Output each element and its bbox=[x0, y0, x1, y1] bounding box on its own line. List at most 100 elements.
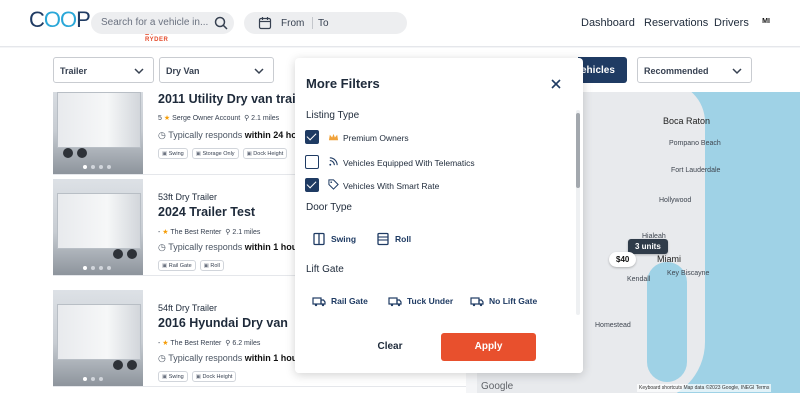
type-select[interactable]: Dry Van bbox=[159, 57, 274, 83]
star-icon: ★ bbox=[163, 115, 171, 122]
distance: 2.1 miles bbox=[232, 229, 261, 236]
premium-owners-label[interactable]: Premium Owners bbox=[343, 133, 409, 143]
listing-photo[interactable] bbox=[53, 179, 143, 275]
clock-icon: ◷ bbox=[158, 130, 166, 140]
listing-meta: - ★ The Best Renter ⚲ 6.2 miles bbox=[158, 339, 260, 347]
wheel bbox=[77, 148, 87, 158]
telematics-checkbox[interactable] bbox=[305, 155, 319, 169]
date-range-picker[interactable]: From To bbox=[244, 12, 407, 34]
map-label: Homestead bbox=[595, 322, 631, 329]
chevron-down-icon bbox=[732, 68, 742, 75]
truck-icon bbox=[470, 297, 484, 307]
listing-title[interactable]: 2024 Trailer Test bbox=[158, 205, 255, 219]
listing-title[interactable]: 2016 Hyundai Dry van bbox=[158, 316, 288, 330]
map-price-pin[interactable]: $40 bbox=[609, 252, 637, 267]
responds-time: within 1 hour bbox=[244, 353, 301, 363]
trailer-image bbox=[57, 193, 141, 249]
sort-select[interactable]: Recommended bbox=[637, 57, 752, 83]
listing-meta: 5 ★ Serge Owner Account ⚲ 2.1 miles bbox=[158, 114, 279, 122]
smart-rate-label[interactable]: Vehicles With Smart Rate bbox=[343, 181, 439, 191]
crown-icon bbox=[328, 133, 339, 141]
sort-value: Recommended bbox=[644, 66, 709, 76]
feature-tag: Rail Gate bbox=[158, 260, 196, 271]
map-cluster-pin[interactable]: 3 units bbox=[628, 239, 668, 254]
listing-photo[interactable] bbox=[53, 92, 143, 174]
category-value: Trailer bbox=[60, 66, 88, 76]
star-icon: ★ bbox=[162, 229, 169, 236]
clear-button[interactable]: Clear bbox=[345, 333, 435, 361]
clock-icon: ◷ bbox=[158, 242, 166, 252]
listing-type-heading: Listing Type bbox=[306, 110, 360, 121]
wheel bbox=[113, 249, 123, 259]
search-icon[interactable] bbox=[213, 15, 229, 31]
truck-icon bbox=[312, 297, 326, 307]
map-label: Boca Raton bbox=[663, 116, 711, 126]
close-icon[interactable] bbox=[548, 76, 564, 92]
lift-tuck-under-option[interactable]: Tuck Under bbox=[388, 287, 454, 315]
listing-photo[interactable] bbox=[53, 290, 143, 386]
vehicles-button[interactable]: ehicles bbox=[578, 57, 627, 83]
feature-tag: Dock Height bbox=[242, 148, 288, 159]
search-input[interactable]: Search for a vehicle in... bbox=[91, 12, 234, 34]
avatar[interactable]: MI bbox=[756, 12, 776, 32]
lift-none-option[interactable]: No Lift Gate bbox=[470, 287, 540, 315]
clock-icon: ◷ bbox=[158, 353, 166, 363]
date-from[interactable]: From bbox=[281, 18, 304, 29]
apply-button[interactable]: Apply bbox=[441, 333, 536, 361]
nav-dashboard[interactable]: Dashboard bbox=[581, 17, 635, 29]
response-time: ◷ Typically responds within 1 hour bbox=[158, 353, 301, 364]
category-select[interactable]: Trailer bbox=[53, 57, 154, 83]
listing-subtitle: 53ft Dry Trailer bbox=[158, 192, 218, 202]
truck-icon bbox=[388, 297, 402, 307]
lift-gate-heading: Lift Gate bbox=[306, 264, 344, 275]
carousel-dots[interactable] bbox=[83, 266, 111, 270]
wheel bbox=[127, 360, 137, 370]
wheel bbox=[63, 148, 73, 158]
nav-drivers[interactable]: Drivers bbox=[714, 17, 749, 29]
star-icon: ★ bbox=[162, 340, 169, 347]
more-filters-modal: More Filters Listing Type Premium Owners… bbox=[295, 58, 583, 373]
rating-value: - bbox=[158, 229, 161, 236]
responds-prefix: Typically responds bbox=[168, 130, 245, 140]
distance: 2.1 miles bbox=[251, 115, 280, 122]
lift-tuck-under-label: Tuck Under bbox=[407, 296, 454, 306]
map-label: Kendall bbox=[627, 276, 651, 283]
type-value: Dry Van bbox=[166, 66, 200, 76]
carousel-dots[interactable] bbox=[83, 377, 103, 381]
smart-rate-checkbox[interactable] bbox=[305, 178, 319, 192]
swing-door-icon bbox=[313, 232, 325, 246]
listing-title[interactable]: 2011 Utility Dry van trailer bbox=[158, 92, 311, 106]
listing-subtitle: 54ft Dry Trailer bbox=[158, 303, 218, 313]
coop-logo[interactable]: COOP BY RYDER bbox=[29, 9, 168, 44]
map-bay bbox=[647, 262, 687, 382]
modal-scrollbar[interactable] bbox=[576, 110, 580, 315]
top-header: COOP BY RYDER Search for a vehicle in...… bbox=[0, 0, 800, 47]
modal-title: More Filters bbox=[306, 76, 380, 91]
carousel-dots[interactable] bbox=[83, 165, 111, 169]
door-roll-option[interactable]: Roll bbox=[376, 225, 416, 253]
nav-reservations[interactable]: Reservations bbox=[644, 17, 708, 29]
door-swing-option[interactable]: Swing bbox=[312, 225, 364, 253]
owner-name: Serge Owner Account bbox=[172, 115, 241, 122]
lift-rail-gate-option[interactable]: Rail Gate bbox=[312, 287, 374, 315]
feature-tag: Swing bbox=[158, 371, 188, 382]
map-label: Fort Lauderdale bbox=[671, 167, 721, 174]
door-roll-label: Roll bbox=[395, 234, 412, 244]
date-to[interactable]: To bbox=[318, 18, 329, 29]
scrollbar-thumb[interactable] bbox=[576, 113, 580, 188]
signal-icon bbox=[329, 157, 338, 166]
rating-value: 5 bbox=[158, 115, 162, 122]
trailer-image bbox=[57, 92, 141, 148]
telematics-label[interactable]: Vehicles Equipped With Telematics bbox=[343, 158, 475, 168]
map-label: Key Biscayne bbox=[667, 270, 710, 277]
response-time: ◷ Typically responds within 24 hours bbox=[158, 130, 311, 141]
feature-tags: Rail Gate Roll bbox=[158, 260, 224, 271]
responds-prefix: Typically responds bbox=[168, 353, 245, 363]
date-separator bbox=[312, 17, 313, 29]
location-pin-icon: ⚲ bbox=[244, 115, 250, 122]
premium-owners-checkbox[interactable] bbox=[305, 130, 319, 144]
search-placeholder: Search for a vehicle in... bbox=[101, 17, 209, 28]
map-attribution[interactable]: Keyboard shortcuts Map data ©2023 Google… bbox=[637, 384, 772, 392]
door-type-heading: Door Type bbox=[306, 202, 352, 213]
rating-value: - bbox=[158, 340, 161, 347]
